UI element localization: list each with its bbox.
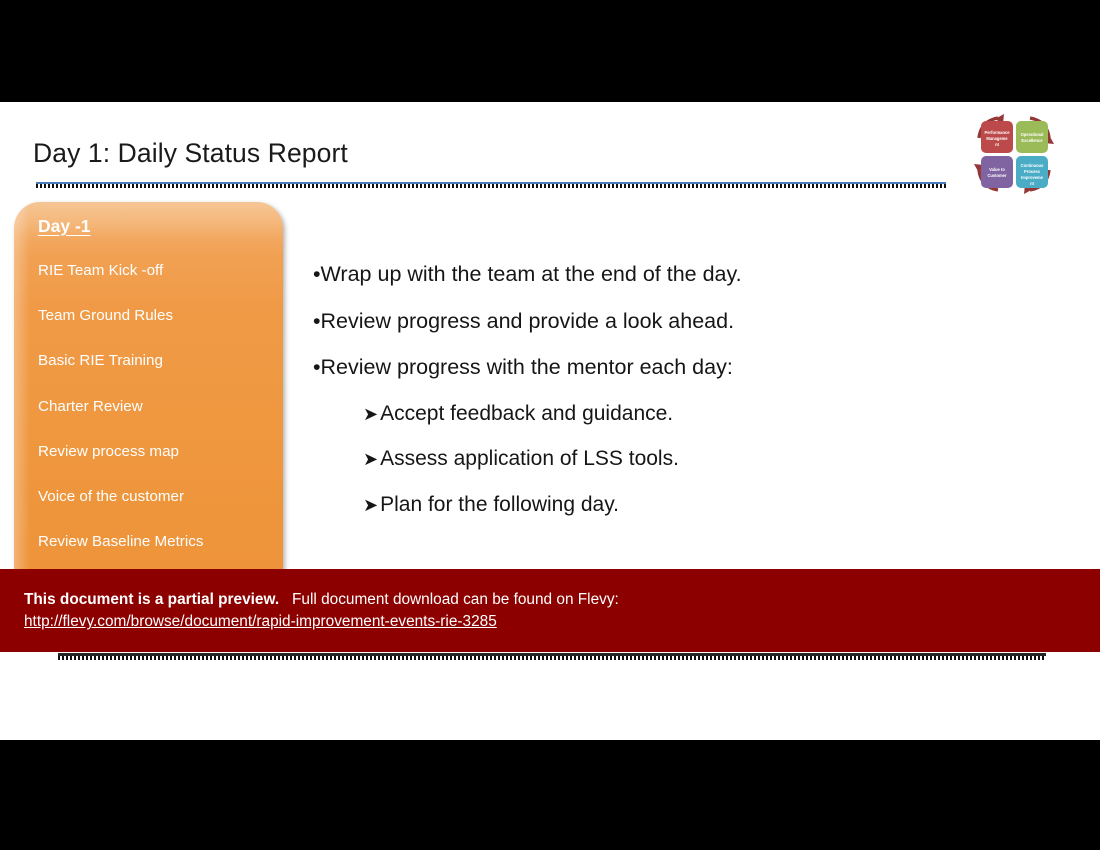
title-underline-dotted-rule bbox=[36, 184, 947, 188]
logo-cell-continuous-process-improvement: Continuous Process Improveme nt bbox=[1016, 156, 1048, 188]
flevy-document-link[interactable]: http://flevy.com/browse/document/rapid-i… bbox=[24, 613, 497, 631]
bullet-text: Review progress and provide a look ahead… bbox=[320, 308, 735, 333]
logo-cell-text-line: Value to bbox=[989, 167, 1005, 172]
day-agenda-panel-heading: Day -1 bbox=[38, 216, 91, 236]
logo-cell-text-line: nt bbox=[1030, 181, 1035, 186]
logo-cell-text-line: Operational bbox=[1021, 132, 1044, 137]
logo-cell-text-line: Continuous bbox=[1021, 163, 1044, 168]
bullet-text: Wrap up with the team at the end of the … bbox=[320, 262, 742, 286]
slide-letterbox-frame: Day 1: Daily Status Report Day -1 RIE Te… bbox=[0, 0, 1100, 850]
partial-preview-banner: This document is a partial preview. Full… bbox=[0, 569, 1100, 652]
sub-bullet-item: ➤ Plan for the following day. bbox=[363, 493, 1053, 517]
bullet-marker-icon: • bbox=[313, 262, 321, 286]
logo-cell-text-line: Manageme bbox=[986, 136, 1008, 141]
arrow-bullet-marker-icon: ➤ bbox=[363, 494, 379, 515]
day-agenda-panel: Day -1 RIE Team Kick -off Team Ground Ru… bbox=[14, 202, 283, 572]
logo-cell-operational-excellence: Operational Excellence bbox=[1016, 121, 1048, 153]
list-item: Team Ground Rules bbox=[38, 307, 174, 325]
bullet-item: • Review progress and provide a look ahe… bbox=[313, 309, 1053, 334]
continuous-improvement-cycle-logo: Performance Manageme nt Operational Exce… bbox=[968, 108, 1060, 200]
preview-banner-strong-text: This document is a partial preview. bbox=[24, 591, 280, 608]
list-item: Basic RIE Training bbox=[38, 352, 163, 370]
list-item: Review process map bbox=[38, 442, 179, 460]
preview-banner-rest-text: Full document download can be found on F… bbox=[292, 591, 619, 608]
sub-bullet-item: ➤ Accept feedback and guidance. bbox=[363, 402, 1053, 426]
arrow-bullet-marker-icon: ➤ bbox=[363, 449, 379, 469]
bullet-item: • Review progress with the mentor each d… bbox=[313, 355, 1053, 380]
preview-banner-message: This document is a partial preview. Full… bbox=[24, 589, 1100, 611]
footer-dotted-rule bbox=[58, 656, 1046, 660]
list-item: RIE Team Kick -off bbox=[38, 262, 164, 279]
day-agenda-list: RIE Team Kick -off Team Ground Rules Bas… bbox=[38, 262, 283, 551]
sub-bullet-text: Accept feedback and guidance. bbox=[380, 401, 674, 425]
sub-bullet-text: Plan for the following day. bbox=[380, 492, 620, 516]
logo-cell-text-line: nt bbox=[995, 142, 1000, 147]
sub-bullet-item: ➤ Assess application of LSS tools. bbox=[363, 447, 1053, 471]
list-item: Review Baseline Metrics bbox=[38, 533, 204, 551]
list-item: Charter Review bbox=[38, 397, 143, 415]
logo-cell-text-line: Customer bbox=[987, 173, 1007, 178]
bullet-marker-icon: • bbox=[313, 355, 321, 379]
logo-cell-value-to-customer: Value to Customer bbox=[981, 156, 1013, 188]
bullet-item: • Wrap up with the team at the end of th… bbox=[313, 262, 1053, 287]
body-content: • Wrap up with the team at the end of th… bbox=[313, 262, 1053, 538]
logo-cell-text-line: Process bbox=[1024, 169, 1041, 174]
logo-cell-text-line: Improveme bbox=[1021, 175, 1044, 180]
page-title: Day 1: Daily Status Report bbox=[33, 138, 348, 168]
slide-canvas: Day 1: Daily Status Report Day -1 RIE Te… bbox=[0, 102, 1100, 740]
list-item: Voice of the customer bbox=[38, 488, 185, 506]
logo-cell-text-line: Excellence bbox=[1021, 138, 1043, 143]
logo-cell-text-line: Performance bbox=[984, 130, 1010, 135]
bullet-text: Review progress with the mentor each day… bbox=[320, 355, 733, 379]
logo-cell-performance-management: Performance Manageme nt bbox=[981, 121, 1013, 153]
arrow-bullet-marker-icon: ➤ bbox=[363, 403, 379, 424]
bullet-marker-icon: • bbox=[313, 308, 321, 333]
sub-bullet-text: Assess application of LSS tools. bbox=[380, 447, 679, 470]
